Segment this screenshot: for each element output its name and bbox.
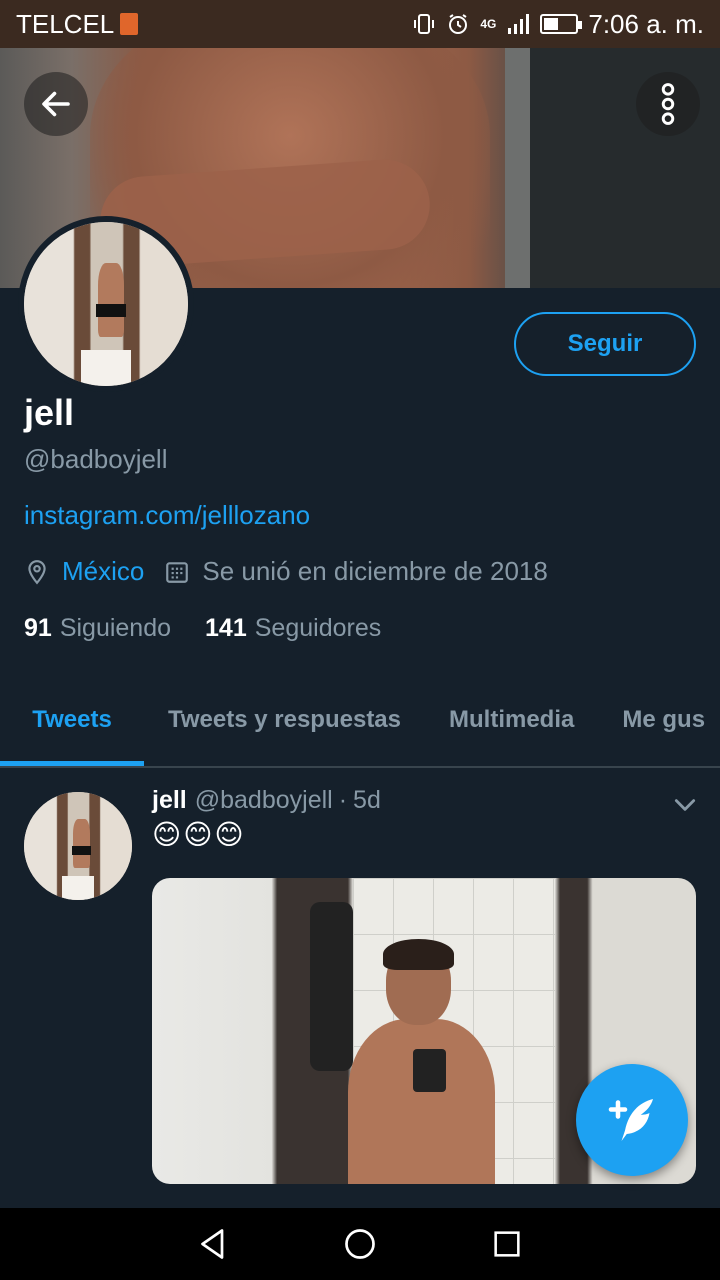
more-vertical-icon [661, 83, 675, 125]
nav-recents-button[interactable] [485, 1222, 529, 1266]
clock: 7:06 a. m. [588, 8, 704, 39]
sim-icon [120, 13, 139, 35]
compose-tweet-button[interactable] [576, 1064, 688, 1176]
status-icons: 4G 7:06 a. m. [412, 9, 704, 40]
profile-website-link[interactable]: instagram.com/jelllozano [24, 500, 310, 531]
nav-back-icon [201, 1229, 224, 1259]
nav-back-button[interactable] [191, 1222, 235, 1266]
nav-home-button[interactable] [338, 1222, 382, 1266]
signal-icon [508, 14, 530, 34]
profile-tabs: Tweets Tweets y respuestas Multimedia Me… [0, 674, 720, 768]
nav-home-icon [345, 1229, 375, 1259]
more-options-button[interactable] [636, 72, 700, 136]
system-nav-bar [0, 1208, 720, 1280]
tweet-text: 😊😊😊 [152, 819, 246, 850]
status-bar: TELCEL 4G 7:06 a. m. [0, 0, 720, 48]
user-handle: @badboyjell [24, 444, 168, 474]
battery-icon [540, 14, 583, 34]
tweet-author-avatar[interactable] [24, 792, 132, 900]
tab-media[interactable]: Multimedia [425, 674, 598, 766]
join-date: Se unió en diciembre de 2018 [202, 556, 548, 586]
follow-stats: 91 Siguiendo 141 Seguidores [24, 614, 415, 643]
tweet-author-handle[interactable]: @badboyjell [195, 786, 333, 815]
following-label[interactable]: Siguiendo [60, 614, 171, 643]
carrier-name: TELCEL [16, 8, 115, 39]
tab-tweets[interactable]: Tweets [0, 674, 144, 766]
carrier: TELCEL [16, 8, 139, 40]
nav-recents-icon [494, 1231, 520, 1257]
followers-count[interactable]: 141 [205, 614, 247, 643]
profile-avatar[interactable] [18, 216, 194, 392]
tab-tweets-replies[interactable]: Tweets y respuestas [144, 674, 425, 766]
alarm-icon [449, 14, 468, 34]
vibrate-icon [414, 14, 435, 34]
following-count[interactable]: 91 [24, 614, 52, 643]
network-type: 4G [480, 17, 497, 31]
back-button[interactable] [24, 72, 88, 136]
profile-meta: México Se unió en diciembre de 2018 [24, 556, 548, 587]
tweet-header: jell @badboyjell · 5d [152, 786, 381, 815]
display-name: jell [24, 392, 75, 433]
location-pin-icon [28, 559, 46, 584]
tab-likes[interactable]: Me gus [598, 674, 720, 766]
compose-tweet-icon [608, 1099, 653, 1141]
calendar-icon [166, 561, 189, 583]
tweet-separator: · [338, 786, 348, 814]
chevron-down-icon[interactable] [672, 792, 698, 818]
arrow-left-icon [42, 91, 70, 117]
tweet-author-name[interactable]: jell [152, 786, 187, 815]
tweet-timestamp: 5d [353, 786, 381, 814]
followers-label[interactable]: Seguidores [255, 614, 381, 643]
follow-button[interactable]: Seguir [514, 312, 696, 376]
location-link[interactable]: México [62, 556, 144, 587]
